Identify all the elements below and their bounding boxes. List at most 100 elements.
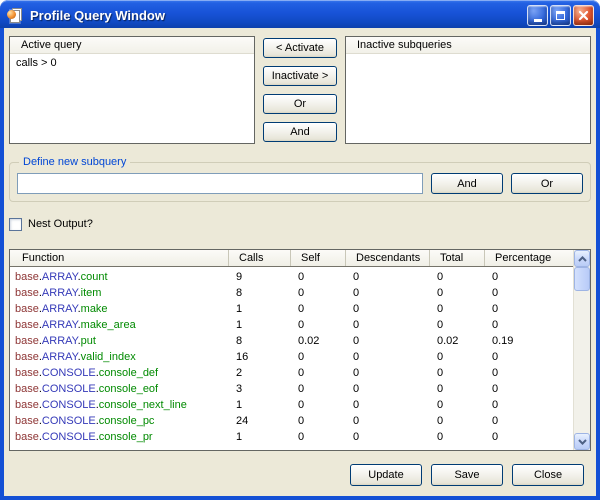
active-query-list[interactable]: calls > 0	[10, 54, 254, 143]
table-row[interactable]: base.ARRAY.count90000	[10, 269, 573, 285]
cell-calls: 1	[228, 431, 290, 443]
cell-calls: 8	[228, 335, 290, 347]
table-row[interactable]: base.ARRAY.make_area10000	[10, 317, 573, 333]
subquery-input[interactable]	[17, 173, 423, 194]
scroll-down-icon[interactable]	[574, 433, 590, 450]
cell-percentage: 0	[484, 351, 573, 363]
cell-self: 0	[290, 351, 345, 363]
scrollbar-thumb[interactable]	[574, 267, 590, 291]
inactivate-button[interactable]: Inactivate >	[263, 66, 337, 86]
cell-calls: 3	[228, 383, 290, 395]
cell-total: 0	[429, 367, 484, 379]
cell-self: 0	[290, 287, 345, 299]
cell-calls: 1	[228, 303, 290, 315]
define-subquery-group: Define new subquery And Or	[9, 162, 591, 202]
cell-descendants: 0	[345, 383, 429, 395]
transfer-button-column: < Activate Inactivate > Or And	[263, 36, 337, 144]
scrollbar-track[interactable]	[574, 291, 590, 433]
cell-descendants: 0	[345, 287, 429, 299]
active-query-panel: Active query calls > 0	[9, 36, 255, 144]
scroll-up-icon[interactable]	[574, 250, 590, 267]
cell-percentage: 0	[484, 415, 573, 427]
close-icon[interactable]	[573, 5, 594, 26]
column-header-percentage[interactable]: Percentage	[484, 250, 573, 266]
or-button[interactable]: Or	[263, 94, 337, 114]
column-header-function[interactable]: Function	[10, 250, 228, 266]
cell-self: 0	[290, 383, 345, 395]
table-body: base.ARRAY.count90000base.ARRAY.item8000…	[10, 267, 573, 450]
function-name: base.ARRAY.count	[10, 271, 228, 283]
cell-total: 0	[429, 303, 484, 315]
function-name: base.ARRAY.valid_index	[10, 351, 228, 363]
close-dialog-button[interactable]: Close	[512, 464, 584, 486]
cell-calls: 16	[228, 351, 290, 363]
function-table: Function Calls Self Descendants Total Pe…	[9, 249, 591, 451]
subquery-and-button[interactable]: And	[431, 173, 503, 194]
window-title: Profile Query Window	[30, 8, 527, 23]
table-row[interactable]: base.CONSOLE.console_eof30000	[10, 381, 573, 397]
column-header-self[interactable]: Self	[290, 250, 345, 266]
table-row[interactable]: base.CONSOLE.console_pr10000	[10, 429, 573, 445]
table-row[interactable]: base.ARRAY.make10000	[10, 301, 573, 317]
cell-descendants: 0	[345, 319, 429, 331]
cell-descendants: 0	[345, 431, 429, 443]
cell-total: 0	[429, 319, 484, 331]
table-header: Function Calls Self Descendants Total Pe…	[10, 250, 573, 267]
cell-calls: 9	[228, 271, 290, 283]
cell-calls: 1	[228, 399, 290, 411]
cell-percentage: 0	[484, 303, 573, 315]
function-name: base.CONSOLE.console_def	[10, 367, 228, 379]
nest-output-checkbox[interactable]	[9, 218, 22, 231]
cell-self: 0	[290, 367, 345, 379]
nest-output-label: Nest Output?	[28, 218, 93, 230]
save-button[interactable]: Save	[431, 464, 503, 486]
function-name: base.ARRAY.item	[10, 287, 228, 299]
cell-total: 0	[429, 271, 484, 283]
define-subquery-label: Define new subquery	[19, 156, 130, 168]
column-header-total[interactable]: Total	[429, 250, 484, 266]
column-header-descendants[interactable]: Descendants	[345, 250, 429, 266]
cell-descendants: 0	[345, 303, 429, 315]
cell-self: 0	[290, 303, 345, 315]
function-name: base.CONSOLE.console_eof	[10, 383, 228, 395]
function-name: base.ARRAY.put	[10, 335, 228, 347]
subquery-or-button[interactable]: Or	[511, 173, 583, 194]
table-row[interactable]: base.ARRAY.item80000	[10, 285, 573, 301]
table-row[interactable]: base.CONSOLE.console_next_line10000	[10, 397, 573, 413]
cell-total: 0	[429, 287, 484, 299]
vertical-scrollbar[interactable]	[573, 250, 590, 450]
table-row[interactable]: base.ARRAY.valid_index160000	[10, 349, 573, 365]
cell-descendants: 0	[345, 415, 429, 427]
cell-descendants: 0	[345, 335, 429, 347]
table-row[interactable]: base.CONSOLE.console_def20000	[10, 365, 573, 381]
list-item[interactable]: calls > 0	[10, 56, 254, 70]
table-row[interactable]: base.ARRAY.put80.0200.020.19	[10, 333, 573, 349]
and-button[interactable]: And	[263, 122, 337, 142]
cell-percentage: 0	[484, 271, 573, 283]
cell-total: 0	[429, 351, 484, 363]
minimize-icon[interactable]	[527, 5, 548, 26]
maximize-icon[interactable]	[550, 5, 571, 26]
inactive-subqueries-panel: Inactive subqueries	[345, 36, 591, 144]
cell-percentage: 0	[484, 367, 573, 379]
inactive-subqueries-list[interactable]	[346, 54, 590, 143]
cell-total: 0	[429, 383, 484, 395]
cell-self: 0	[290, 319, 345, 331]
cell-self: 0	[290, 431, 345, 443]
titlebar[interactable]: Profile Query Window	[0, 0, 600, 28]
activate-button[interactable]: < Activate	[263, 38, 337, 58]
cell-calls: 2	[228, 367, 290, 379]
cell-self: 0	[290, 415, 345, 427]
cell-percentage: 0.19	[484, 335, 573, 347]
function-name: base.CONSOLE.console_pr	[10, 431, 228, 443]
column-header-calls[interactable]: Calls	[228, 250, 290, 266]
function-name: base.ARRAY.make_area	[10, 319, 228, 331]
table-row[interactable]: base.CONSOLE.console_pc240000	[10, 413, 573, 429]
cell-percentage: 0	[484, 399, 573, 411]
cell-descendants: 0	[345, 351, 429, 363]
update-button[interactable]: Update	[350, 464, 422, 486]
cell-descendants: 0	[345, 367, 429, 379]
app-icon	[7, 8, 24, 23]
cell-percentage: 0	[484, 383, 573, 395]
cell-percentage: 0	[484, 431, 573, 443]
